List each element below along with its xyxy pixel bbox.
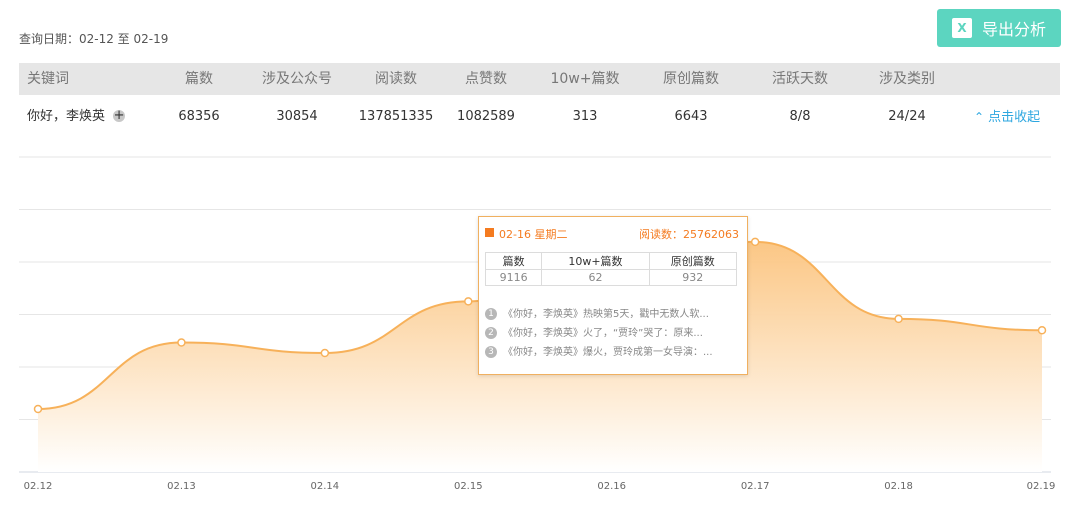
data-point[interactable]: [894, 314, 903, 324]
cell-likes: 1082589: [457, 109, 515, 124]
x-tick-label: 02.14: [310, 481, 340, 492]
tt-header-10w: 10w+篇数: [541, 252, 650, 270]
tt-value-10w: 62: [541, 269, 650, 286]
cell-reads: 137851335: [358, 109, 434, 124]
x-tick-label: 02.13: [167, 481, 196, 492]
series-marker: [485, 228, 494, 237]
x-tick-label: 02.15: [453, 481, 483, 492]
cell-categories: 24/24: [888, 109, 926, 124]
excel-icon: X: [951, 18, 972, 38]
add-icon[interactable]: +: [113, 109, 126, 122]
header-articles: 篇数: [185, 71, 213, 87]
table-row: 你好，李焕英 + 68356 30854 137851335 1082589 31…: [19, 96, 1060, 138]
number-3-icon: 3: [485, 346, 497, 358]
tt-header-original: 原创篇数: [648, 252, 738, 270]
list-item[interactable]: 3 《你好，李焕英》爆火，贾玲成第一女导演：...: [485, 343, 739, 362]
tooltip: 02-16 星期二 阅读数：25762063 篇数 10w+篇数 原创篇数 91…: [478, 216, 748, 375]
tooltip-article-list: 1 《你好，李焕英》热映第5天，戳中无数人软... 2 《你好，李焕英》火了，“贾玲…: [485, 305, 739, 362]
data-point[interactable]: [750, 237, 760, 247]
cell-original-articles: 6643: [674, 109, 708, 124]
chevron-up-icon: ⌃: [974, 110, 985, 124]
header-reads: 阅读数: [375, 71, 417, 87]
article-title: 《你好，李焕英》热映第5天，戳中无数人软...: [503, 309, 709, 320]
collapse-link[interactable]: ⌃ 点击收起: [974, 96, 1040, 139]
export-analysis-button[interactable]: X 导出分析: [937, 9, 1061, 47]
export-button-label: 导出分析: [981, 20, 1046, 39]
list-item[interactable]: 2 《你好，李焕英》火了，“贾玲”哭了：原来...: [485, 324, 739, 343]
data-point[interactable]: [464, 297, 473, 306]
header-original-articles: 原创篇数: [663, 71, 719, 87]
header-likes: 点赞数: [465, 71, 507, 87]
cell-active-days: 8/8: [789, 109, 811, 124]
cell-accounts: 30854: [276, 109, 318, 124]
collapse-label: 点击收起: [988, 110, 1041, 125]
tt-header-articles: 篇数: [484, 252, 543, 270]
table-header: 关键词 篇数 涉及公众号 阅读数 点赞数 10w+篇数 原创篇数 活跃天数 涉及…: [19, 63, 1060, 95]
x-tick-label: 02.19: [1026, 481, 1056, 492]
article-title: 《你好，李焕英》爆火，贾玲成第一女导演：...: [503, 347, 713, 358]
data-point[interactable]: [177, 338, 186, 347]
keyword-cell: 你好，李焕英 +: [27, 96, 126, 138]
cell-articles: 68356: [178, 109, 220, 124]
x-tick-label: 02.17: [740, 481, 770, 492]
list-item[interactable]: 1 《你好，李焕英》热映第5天，戳中无数人软...: [485, 305, 739, 324]
cell-10w-articles: 313: [572, 109, 598, 124]
tt-value-articles: 9116: [484, 269, 543, 286]
keyword-text: 你好，李焕英: [27, 109, 106, 124]
number-1-icon: 1: [485, 308, 497, 320]
tooltip-reads: 阅读数：25762063: [639, 228, 739, 241]
data-point[interactable]: [1037, 326, 1047, 335]
tooltip-date: 02-16 星期二: [499, 228, 568, 241]
header-keyword: 关键词: [27, 71, 69, 87]
x-tick-label: 02.18: [884, 481, 913, 492]
query-date: 查询日期：02-12 至 02-19: [19, 32, 169, 46]
header-10w-articles: 10w+篇数: [550, 71, 620, 87]
tt-value-original: 932: [648, 269, 738, 286]
header-active-days: 活跃天数: [772, 71, 828, 87]
x-tick-label: 02.12: [23, 481, 53, 492]
data-point[interactable]: [33, 404, 43, 414]
tooltip-table: 篇数 10w+篇数 原创篇数 9116 62 932: [484, 252, 738, 286]
number-2-icon: 2: [485, 327, 497, 339]
data-point[interactable]: [320, 348, 330, 358]
x-tick-label: 02.16: [597, 481, 627, 492]
article-title: 《你好，李焕英》火了，“贾玲”哭了：原来...: [503, 328, 703, 339]
header-accounts: 涉及公众号: [262, 71, 332, 87]
header-categories: 涉及类别: [879, 71, 935, 87]
